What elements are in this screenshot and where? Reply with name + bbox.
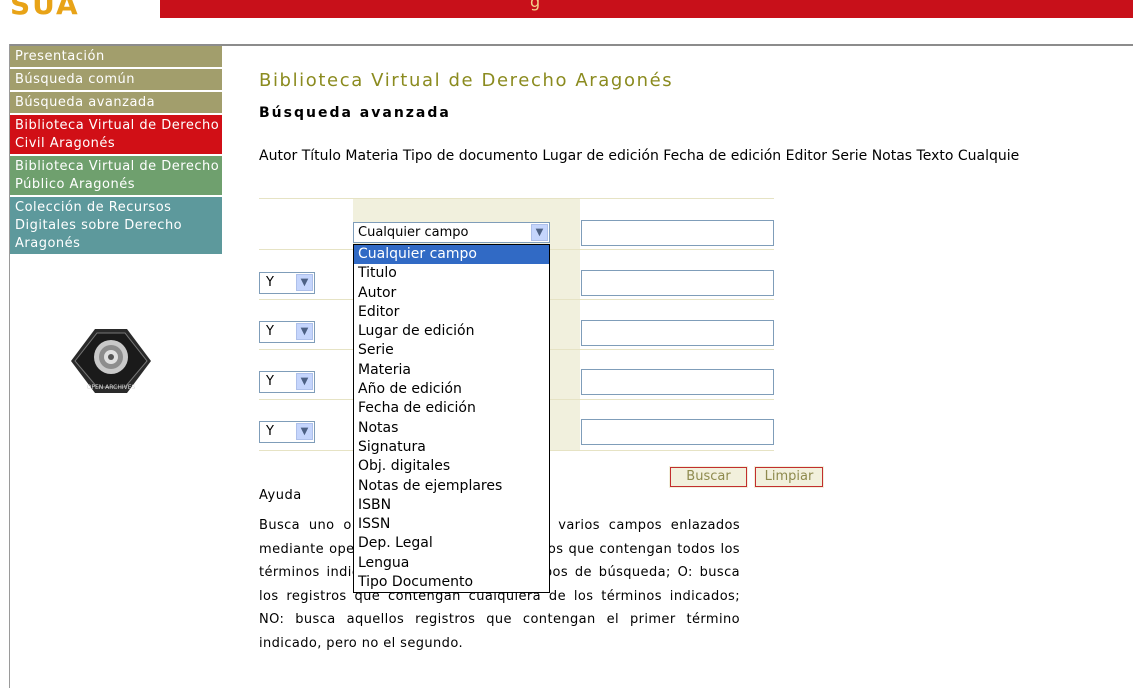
dropdown-option-editor[interactable]: Editor (354, 303, 549, 322)
dropdown-option-fecha-edicion[interactable]: Fecha de edición (354, 399, 549, 418)
header-bar: SUA g (0, 0, 1133, 22)
dropdown-option-notas-ejemplares[interactable]: Notas de ejemplares (354, 477, 549, 496)
searchable-fields-line: Autor Título Materia Tipo de documento L… (259, 148, 1020, 164)
sidebar-item-busqueda-avanzada[interactable]: Búsqueda avanzada (10, 92, 222, 115)
field-select-1[interactable]: Cualquier campo ▼ (353, 222, 550, 243)
dropdown-option-cualquier-campo[interactable]: Cualquier campo (354, 245, 549, 265)
dropdown-option-materia[interactable]: Materia (354, 361, 549, 380)
search-term-input-1[interactable] (581, 220, 774, 246)
chevron-down-icon[interactable]: ▼ (296, 423, 313, 440)
dropdown-option-ano-edicion[interactable]: Año de edición (354, 380, 549, 399)
sidebar: Presentación Búsqueda común Búsqueda ava… (10, 46, 222, 256)
dropdown-option-lugar-edicion[interactable]: Lugar de edición (354, 322, 549, 341)
dropdown-option-lengua[interactable]: Lengua (354, 554, 549, 573)
field-dropdown-list[interactable]: Cualquier campo Titulo Autor Editor Luga… (353, 244, 550, 593)
sidebar-item-busqueda-comun[interactable]: Búsqueda común (10, 69, 222, 92)
site-logo[interactable]: SUA (10, 0, 160, 17)
search-term-input-3[interactable] (581, 320, 774, 346)
operator-select-1-value: Y (266, 275, 274, 290)
dropdown-option-titulo[interactable]: Titulo (354, 264, 549, 283)
dropdown-option-serie[interactable]: Serie (354, 341, 549, 360)
chevron-down-icon[interactable]: ▼ (296, 274, 313, 291)
operator-select-3-value: Y (266, 374, 274, 389)
operator-select-1[interactable]: Y ▼ (259, 272, 315, 294)
search-button[interactable]: Buscar (669, 466, 748, 488)
operator-select-2[interactable]: Y ▼ (259, 321, 315, 343)
dropdown-option-signatura[interactable]: Signatura (354, 438, 549, 457)
chevron-down-icon[interactable]: ▼ (296, 373, 313, 390)
operator-select-3[interactable]: Y ▼ (259, 371, 315, 393)
field-select-1-value: Cualquier campo (358, 225, 469, 240)
sidebar-item-presentacion[interactable]: Presentación (10, 46, 222, 69)
sidebar-item-coleccion-recursos[interactable]: Colección de Recursos Digitales sobre De… (10, 197, 222, 256)
clear-button[interactable]: Limpiar (754, 466, 824, 488)
open-archives-logo-text: OPEN ARCHIVES (87, 384, 136, 391)
dropdown-option-tipo-documento[interactable]: Tipo Documento (354, 573, 549, 592)
dropdown-option-obj-digitales[interactable]: Obj. digitales (354, 457, 549, 476)
dropdown-option-issn[interactable]: ISSN (354, 515, 549, 534)
operator-select-4[interactable]: Y ▼ (259, 421, 315, 443)
header-banner-text: g (530, 0, 541, 11)
dropdown-option-notas[interactable]: Notas (354, 419, 549, 438)
search-term-input-2[interactable] (581, 270, 774, 296)
search-term-input-4[interactable] (581, 369, 774, 395)
sidebar-item-derecho-publico[interactable]: Biblioteca Virtual de Derecho Público Ar… (10, 156, 222, 197)
help-title: Ayuda (259, 488, 302, 503)
dropdown-option-autor[interactable]: Autor (354, 284, 549, 303)
open-archives-logo[interactable]: OPEN ARCHIVES (71, 329, 151, 393)
operator-select-4-value: Y (266, 424, 274, 439)
search-term-input-5[interactable] (581, 419, 774, 445)
operator-select-2-value: Y (266, 324, 274, 339)
page-subtitle: Búsqueda avanzada (259, 105, 451, 121)
page-title: Biblioteca Virtual de Derecho Aragonés (259, 70, 674, 91)
chevron-down-icon[interactable]: ▼ (296, 323, 313, 340)
header-banner: g (160, 0, 1133, 18)
sidebar-item-derecho-civil[interactable]: Biblioteca Virtual de Derecho Civil Arag… (10, 115, 222, 156)
chevron-down-icon[interactable]: ▼ (531, 224, 548, 241)
dropdown-option-dep-legal[interactable]: Dep. Legal (354, 534, 549, 553)
dropdown-option-isbn[interactable]: ISBN (354, 496, 549, 515)
